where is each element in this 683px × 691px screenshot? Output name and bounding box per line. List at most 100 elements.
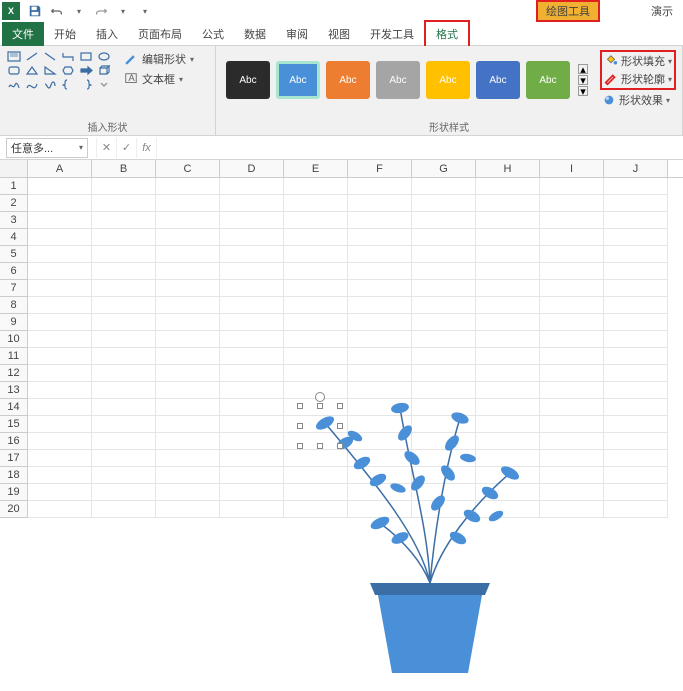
cell[interactable] bbox=[476, 331, 540, 348]
formula-input[interactable] bbox=[156, 138, 683, 158]
resize-handle-e[interactable] bbox=[337, 423, 343, 429]
cell[interactable] bbox=[156, 382, 220, 399]
cancel-formula-button[interactable]: ✕ bbox=[96, 138, 116, 158]
cell[interactable] bbox=[540, 467, 604, 484]
cell[interactable] bbox=[348, 416, 412, 433]
cell[interactable] bbox=[476, 263, 540, 280]
drawing-tools-tab[interactable]: 绘图工具 bbox=[536, 0, 600, 22]
cell[interactable] bbox=[476, 399, 540, 416]
cell[interactable] bbox=[412, 501, 476, 518]
cell[interactable] bbox=[92, 433, 156, 450]
cell[interactable] bbox=[92, 501, 156, 518]
cell[interactable] bbox=[540, 246, 604, 263]
cell[interactable] bbox=[284, 467, 348, 484]
style-gallery-more[interactable]: ▴▾▾ bbox=[576, 61, 590, 99]
cell[interactable] bbox=[476, 467, 540, 484]
cell[interactable] bbox=[220, 382, 284, 399]
cell[interactable] bbox=[412, 314, 476, 331]
redo-dropdown[interactable]: ▾ bbox=[112, 2, 134, 20]
row-header[interactable]: 1 bbox=[0, 178, 28, 195]
cell[interactable] bbox=[220, 314, 284, 331]
cell[interactable] bbox=[28, 382, 92, 399]
col-header[interactable]: D bbox=[220, 160, 284, 177]
cell[interactable] bbox=[284, 450, 348, 467]
resize-handle-s[interactable] bbox=[317, 443, 323, 449]
shapes-gallery[interactable] bbox=[6, 50, 112, 90]
tab-format[interactable]: 格式 bbox=[424, 20, 470, 48]
cell[interactable] bbox=[412, 297, 476, 314]
edit-shape-button[interactable]: 编辑形状▾ bbox=[122, 50, 196, 68]
tab-formulas[interactable]: 公式 bbox=[192, 22, 234, 46]
cell[interactable] bbox=[412, 450, 476, 467]
cell[interactable] bbox=[92, 246, 156, 263]
cell[interactable] bbox=[540, 416, 604, 433]
cell[interactable] bbox=[28, 280, 92, 297]
resize-handle-sw[interactable] bbox=[297, 443, 303, 449]
cell[interactable] bbox=[92, 467, 156, 484]
col-header[interactable]: E bbox=[284, 160, 348, 177]
cell[interactable] bbox=[28, 314, 92, 331]
cell[interactable] bbox=[156, 314, 220, 331]
row-header[interactable]: 10 bbox=[0, 331, 28, 348]
cell[interactable] bbox=[348, 314, 412, 331]
worksheet-grid[interactable]: A B C D E F G H I J 12345678910111213141… bbox=[0, 160, 683, 518]
cell[interactable] bbox=[604, 331, 668, 348]
cell[interactable] bbox=[540, 229, 604, 246]
cell[interactable] bbox=[604, 416, 668, 433]
cell[interactable] bbox=[28, 450, 92, 467]
col-header[interactable]: B bbox=[92, 160, 156, 177]
style-swatch-black[interactable]: Abc bbox=[226, 61, 270, 99]
cell[interactable] bbox=[540, 484, 604, 501]
shape-cube-icon[interactable] bbox=[96, 64, 112, 76]
cell[interactable] bbox=[28, 178, 92, 195]
cell[interactable] bbox=[220, 212, 284, 229]
cell[interactable] bbox=[28, 433, 92, 450]
cell[interactable] bbox=[156, 484, 220, 501]
cell[interactable] bbox=[220, 501, 284, 518]
shape-triangle-icon[interactable] bbox=[24, 64, 40, 76]
cell[interactable] bbox=[604, 382, 668, 399]
tab-insert[interactable]: 插入 bbox=[86, 22, 128, 46]
cell[interactable] bbox=[604, 365, 668, 382]
shape-scribble-icon[interactable] bbox=[42, 78, 58, 90]
cell[interactable] bbox=[348, 178, 412, 195]
cell[interactable] bbox=[604, 433, 668, 450]
resize-handle-n[interactable] bbox=[317, 403, 323, 409]
enter-formula-button[interactable]: ✓ bbox=[116, 138, 136, 158]
cell[interactable] bbox=[220, 416, 284, 433]
undo-button[interactable] bbox=[46, 2, 68, 20]
cell[interactable] bbox=[28, 212, 92, 229]
cell[interactable] bbox=[476, 416, 540, 433]
col-header[interactable]: I bbox=[540, 160, 604, 177]
row-header[interactable]: 2 bbox=[0, 195, 28, 212]
cell[interactable] bbox=[412, 212, 476, 229]
cell[interactable] bbox=[220, 246, 284, 263]
cell[interactable] bbox=[156, 229, 220, 246]
cell[interactable] bbox=[604, 263, 668, 280]
cell[interactable] bbox=[220, 331, 284, 348]
cell[interactable] bbox=[156, 450, 220, 467]
cell[interactable] bbox=[540, 382, 604, 399]
cell[interactable] bbox=[284, 263, 348, 280]
cell[interactable] bbox=[540, 348, 604, 365]
cell[interactable] bbox=[476, 178, 540, 195]
col-header[interactable]: A bbox=[28, 160, 92, 177]
cell[interactable] bbox=[92, 178, 156, 195]
cell[interactable] bbox=[284, 178, 348, 195]
cell[interactable] bbox=[284, 246, 348, 263]
cell[interactable] bbox=[156, 195, 220, 212]
cell[interactable] bbox=[156, 348, 220, 365]
shape-brace-l-icon[interactable] bbox=[60, 78, 76, 90]
cell[interactable] bbox=[348, 212, 412, 229]
shape-selection[interactable] bbox=[300, 406, 340, 446]
cell[interactable] bbox=[28, 263, 92, 280]
cell[interactable] bbox=[604, 484, 668, 501]
undo-dropdown[interactable]: ▾ bbox=[68, 2, 90, 20]
cell[interactable] bbox=[604, 467, 668, 484]
cell[interactable] bbox=[348, 365, 412, 382]
cell[interactable] bbox=[220, 467, 284, 484]
shape-connector-icon[interactable] bbox=[60, 50, 76, 62]
cell[interactable] bbox=[476, 348, 540, 365]
cell[interactable] bbox=[284, 212, 348, 229]
style-swatch-blue-selected[interactable]: Abc bbox=[276, 61, 320, 99]
